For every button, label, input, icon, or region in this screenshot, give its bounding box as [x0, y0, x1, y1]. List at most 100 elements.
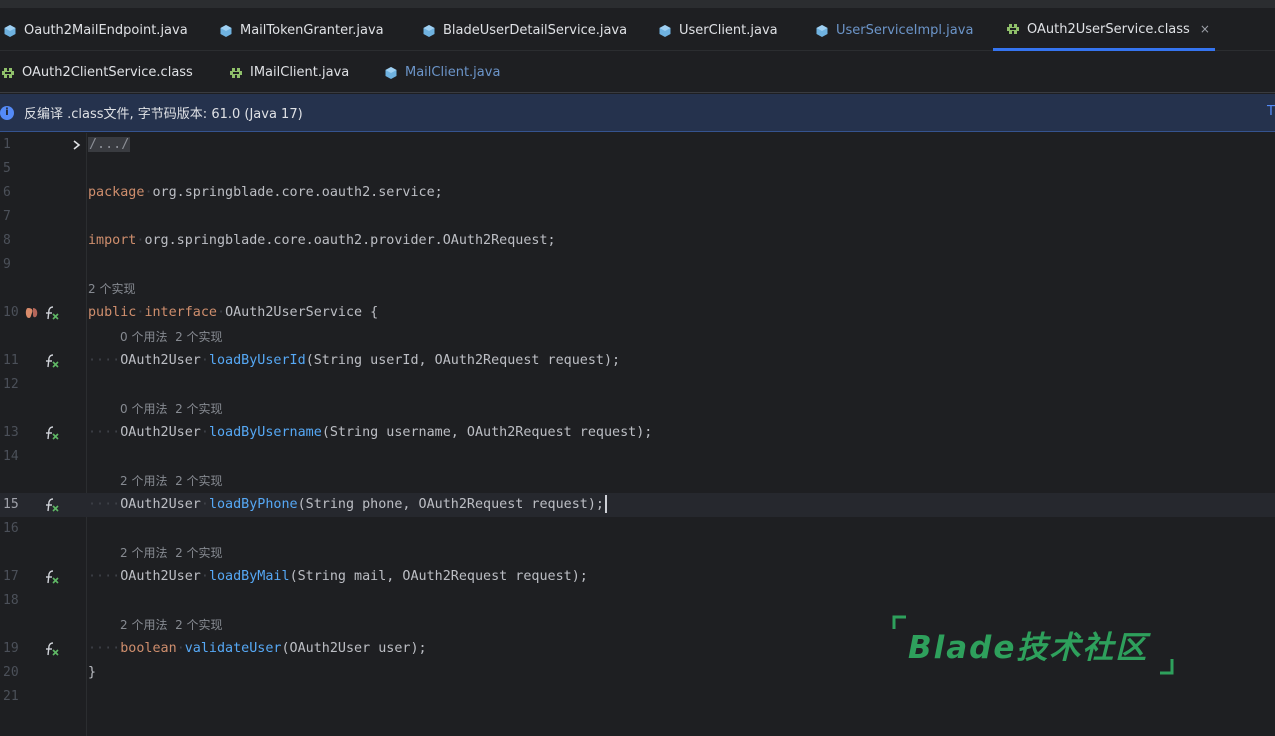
keyword: import — [88, 233, 137, 248]
implementations-hint[interactable]: 2 个实现 — [88, 277, 135, 301]
tab-imail-client[interactable]: IMailClient.java — [228, 52, 349, 93]
method-name: loadByMail — [208, 569, 290, 584]
code-text: ····OAuth2User·loadByPhone(String phone,… — [88, 493, 607, 517]
line-number: 20 — [3, 665, 19, 680]
line-number: 5 — [3, 161, 11, 176]
line-number: 8 — [3, 233, 11, 248]
code-line: 14 — [0, 445, 1275, 469]
code-text: import·org.springblade.core.oauth2.provi… — [88, 233, 556, 248]
implemented-icon[interactable] — [44, 353, 60, 369]
java-interface-icon — [657, 23, 673, 39]
line-number: 1 — [3, 137, 11, 152]
class-file-icon — [228, 65, 244, 81]
method-params: (String phone, OAuth2Request request); — [297, 497, 604, 512]
code-line: 12 — [0, 373, 1275, 397]
tab-oauth2-client-service[interactable]: OAuth2ClientService.class — [0, 52, 193, 93]
tab-label: OAuth2ClientService.class — [22, 65, 193, 80]
keyword: interface — [144, 305, 217, 320]
return-type: OAuth2User — [120, 497, 201, 512]
keyword: package — [88, 185, 145, 200]
method-params: (String userId, OAuth2Request request); — [305, 353, 621, 368]
method-name: validateUser — [184, 641, 282, 656]
tab-label: UserClient.java — [679, 23, 778, 38]
tab-label: UserServiceImpl.java — [836, 23, 974, 38]
tab-mail-client[interactable]: MailClient.java — [383, 52, 500, 93]
tab-label: MailTokenGranter.java — [240, 23, 384, 38]
line-number: 13 — [3, 425, 19, 440]
java-interface-icon — [383, 65, 399, 81]
code-line: 1 /.../ — [0, 133, 1275, 157]
watermark: Blade技术社区 — [890, 614, 1190, 676]
close-icon[interactable]: × — [1200, 22, 1210, 36]
line-number: 12 — [3, 377, 19, 392]
line-number: 15 — [3, 497, 19, 512]
tab-mail-token-granter[interactable]: MailTokenGranter.java — [218, 10, 384, 51]
java-interface-icon — [814, 23, 830, 39]
current-code-line: 15 ····OAuth2User·loadByPhone(String pho… — [0, 493, 1275, 517]
line-number: 7 — [3, 209, 11, 224]
return-type: OAuth2User — [120, 353, 201, 368]
code-text: } — [88, 661, 96, 685]
usage-hint[interactable]: 0 个用法 2 个实现 — [120, 397, 223, 421]
line-number: 14 — [3, 449, 19, 464]
implemented-icon[interactable] — [44, 569, 60, 585]
code-line: 8 import·org.springblade.core.oauth2.pro… — [0, 229, 1275, 253]
code-line: 13 ····OAuth2User·loadByUsername(String … — [0, 421, 1275, 445]
tab-oauth2-mail-endpoint[interactable]: Oauth2MailEndpoint.java — [2, 10, 188, 51]
tab-user-client[interactable]: UserClient.java — [657, 10, 778, 51]
line-number: 19 — [3, 641, 19, 656]
line-number: 9 — [3, 257, 11, 272]
tab-blade-user-detail-service[interactable]: BladeUserDetailService.java — [421, 10, 627, 51]
method-params: (String mail, OAuth2Request request); — [289, 569, 588, 584]
return-type: OAuth2User — [120, 569, 201, 584]
editor-tabs-row-2: OAuth2ClientService.class IMailClient.ja… — [0, 52, 1275, 93]
info-icon: i — [0, 105, 14, 120]
code-line: 9 — [0, 253, 1275, 277]
code-line: 21 — [0, 685, 1275, 709]
implemented-icon[interactable] — [44, 305, 60, 321]
bean-icon[interactable] — [24, 305, 40, 321]
banner-action-link[interactable]: T — [1267, 104, 1275, 119]
tab-label: OAuth2UserService.class — [1027, 21, 1190, 37]
class-file-icon — [1005, 21, 1021, 37]
usage-hint[interactable]: 0 个用法 2 个实现 — [120, 325, 223, 349]
watermark-text: Blade技术社区 — [908, 630, 1149, 666]
implemented-icon[interactable] — [44, 425, 60, 441]
code-line: 16 — [0, 517, 1275, 541]
tab-label: BladeUserDetailService.java — [443, 23, 628, 38]
code-text: package·org.springblade.core.oauth2.serv… — [88, 185, 443, 200]
tab-label: Oauth2MailEndpoint.java — [24, 23, 188, 38]
interface-name: OAuth2UserService { — [225, 305, 379, 320]
tab-label: IMailClient.java — [250, 65, 350, 80]
window-top-strip — [0, 0, 1275, 9]
method-params: (OAuth2User user); — [281, 641, 427, 656]
keyword: public — [88, 305, 137, 320]
implemented-icon[interactable] — [44, 641, 60, 657]
implemented-icon[interactable] — [44, 497, 60, 513]
method-name: loadByPhone — [208, 497, 298, 512]
usage-hint[interactable]: 2 个用法 2 个实现 — [120, 541, 223, 565]
usage-hint[interactable]: 2 个用法 2 个实现 — [120, 469, 223, 493]
code-line: 11 ····OAuth2User·loadByUserId(String us… — [0, 349, 1275, 373]
code-line: 6 package·org.springblade.core.oauth2.se… — [0, 181, 1275, 205]
code-line: 10 public·interface·OAuth2UserService { — [0, 301, 1275, 325]
package-name: org.springblade.core.oauth2.service; — [152, 185, 443, 200]
chevron-right-icon[interactable] — [70, 137, 84, 153]
usage-hint[interactable]: 2 个用法 2 个实现 — [120, 613, 223, 637]
folded-region[interactable]: /.../ — [88, 137, 131, 152]
code-text: ····OAuth2User·loadByMail(String mail, O… — [88, 569, 588, 584]
editor-tabs-row-1: Oauth2MailEndpoint.java MailTokenGranter… — [0, 10, 1275, 51]
line-number: 18 — [3, 593, 19, 608]
code-text: ····boolean·validateUser(OAuth2User user… — [88, 641, 427, 656]
import-name: org.springblade.core.oauth2.provider.OAu… — [144, 233, 556, 248]
tab-user-service-impl[interactable]: UserServiceImpl.java — [814, 10, 973, 51]
java-interface-icon — [218, 23, 234, 39]
closing-brace: } — [88, 665, 97, 680]
code-line: 18 — [0, 589, 1275, 613]
text-caret — [604, 495, 607, 513]
line-number: 16 — [3, 521, 19, 536]
tab-oauth2-user-service[interactable]: OAuth2UserService.class × — [993, 10, 1215, 51]
code-text: ····OAuth2User·loadByUsername(String use… — [88, 425, 653, 440]
java-interface-icon — [2, 23, 18, 39]
method-name: loadByUsername — [208, 425, 322, 440]
